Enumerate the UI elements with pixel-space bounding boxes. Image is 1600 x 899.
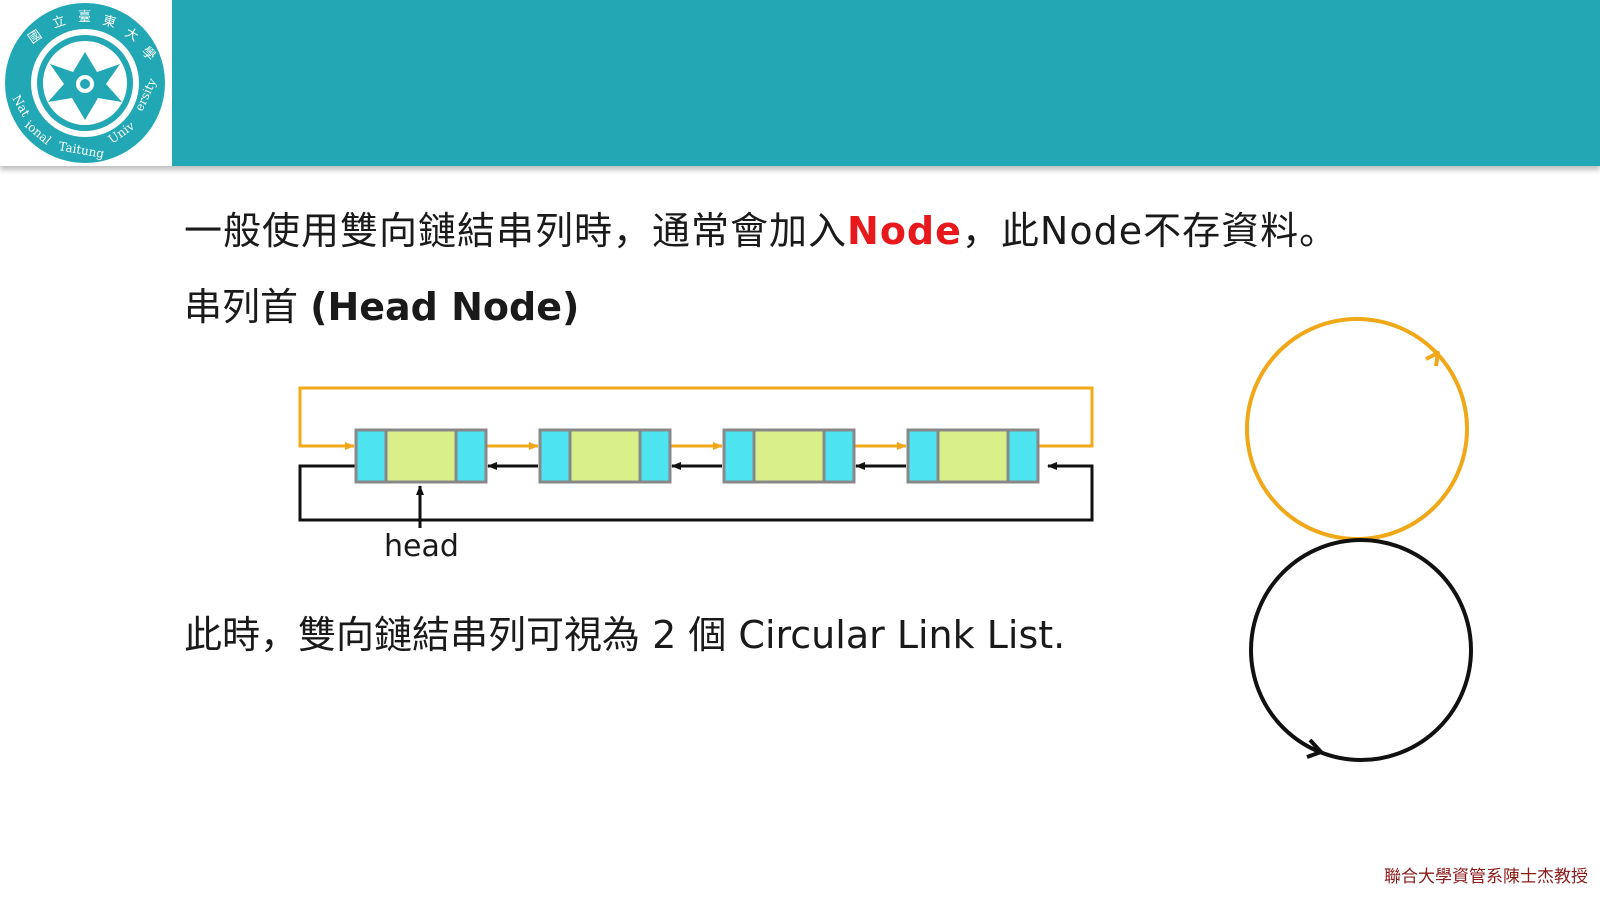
two-circular-lists-illustration (1245, 317, 1473, 762)
author-credit: 聯合大學資管系陳士杰教授 (1384, 867, 1588, 887)
forward-circular-loop (1245, 317, 1469, 541)
backward-circular-loop (1249, 538, 1473, 762)
forward-loop-arrowhead (1425, 351, 1440, 367)
